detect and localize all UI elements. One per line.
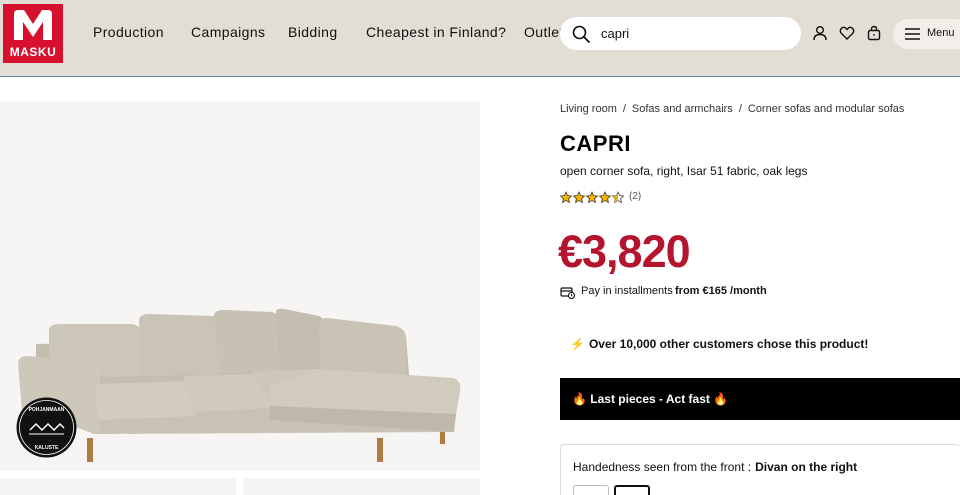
breadcrumb-link-corner-sofas[interactable]: Corner sofas and modular sofas [748, 103, 905, 115]
breadcrumb-separator: / [738, 103, 742, 115]
lightning-icon: ⚡ [570, 337, 585, 351]
breadcrumb-link-living-room[interactable]: Living room [560, 103, 617, 115]
masku-logo[interactable]: MASKU [3, 4, 63, 63]
nav-item-bidding[interactable]: Bidding [288, 24, 338, 40]
installments-amount: from €165 /month [675, 285, 767, 297]
breadcrumb-link-sofas[interactable]: Sofas and armchairs [632, 103, 733, 115]
user-icon[interactable] [812, 25, 828, 41]
hamburger-icon [905, 28, 920, 40]
thumbnail[interactable] [0, 478, 236, 495]
nav-item-outlet[interactable]: Outlet [524, 24, 564, 40]
search-input[interactable]: capri [601, 26, 629, 41]
social-proof-note: ⚡ Over 10,000 other customers chose this … [570, 337, 868, 351]
handedness-option-left[interactable] [573, 485, 609, 495]
heart-icon[interactable] [839, 25, 855, 41]
svg-text:KALUSTE: KALUSTE [35, 445, 59, 451]
last-pieces-text: Last pieces - Act fast [590, 392, 710, 406]
product-title: CAPRI [560, 131, 631, 156]
rating-count[interactable]: (2) [629, 191, 641, 202]
nav-item-production[interactable]: Production [93, 24, 164, 40]
breadcrumb: Living room / Sofas and armchairs / Corner s… [560, 103, 904, 115]
handedness-label: Handedness seen from the front : [573, 460, 752, 474]
search-icon[interactable] [572, 25, 590, 43]
handedness-label-row: Handedness seen from the front : Divan on… [573, 460, 857, 474]
shopping-bag-icon[interactable] [866, 25, 882, 41]
last-pieces-content: 🔥 Last pieces - Act fast 🔥 [572, 392, 728, 406]
last-pieces-banner: 🔥 Last pieces - Act fast 🔥 [560, 378, 960, 420]
search-bar[interactable]: capri [560, 17, 801, 50]
pohjanmaan-kaluste-seal: POHJANMAAN KALUSTE [16, 397, 77, 458]
product-subtitle: open corner sofa, right, Isar 51 fabric,… [560, 164, 808, 178]
product-price: €3,820 [558, 226, 691, 277]
nav-item-cheapest-in-finland[interactable]: Cheapest in Finland? [366, 24, 506, 40]
svg-text:POHJANMAAN: POHJANMAAN [29, 407, 65, 413]
star-rating-icon [560, 191, 624, 204]
menu-button[interactable]: Menu [893, 19, 960, 49]
handedness-selector: Handedness seen from the front : Divan on… [560, 444, 960, 495]
social-proof-text: Over 10,000 other customers chose this p… [588, 337, 869, 351]
logo-text: MASKU [9, 45, 57, 59]
thumbnail[interactable] [243, 478, 480, 495]
handedness-option-right[interactable] [614, 485, 650, 495]
nav-item-campaigns[interactable]: Campaigns [191, 24, 265, 40]
installments-icon [560, 287, 575, 299]
breadcrumb-separator: / [622, 103, 626, 115]
handedness-value: Divan on the right [755, 460, 858, 474]
site-header: MASKU Production Campaigns Bidding Cheap… [0, 0, 960, 77]
product-image-gallery[interactable]: POHJANMAAN KALUSTE [0, 101, 480, 471]
logo-m-icon [14, 10, 52, 40]
installments-label: Pay in installments [581, 285, 673, 297]
fire-icon: 🔥 [572, 392, 587, 406]
menu-label: Menu [927, 27, 955, 39]
sofa-product-image [18, 308, 461, 462]
fire-icon: 🔥 [713, 392, 729, 406]
